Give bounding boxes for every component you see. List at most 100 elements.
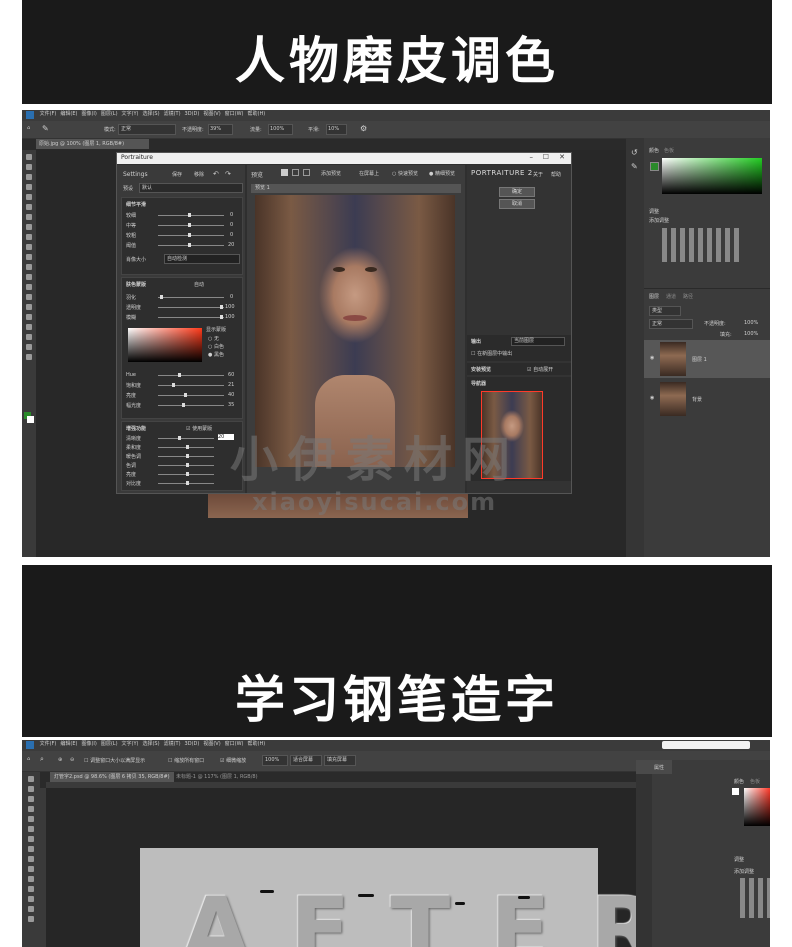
document-tab-active[interactable]: 灯管字2.psd @ 98.6% (图层 6 拷贝 35, RGB/8#) <box>50 772 174 782</box>
mask-option-none[interactable]: ○ 无 <box>208 335 219 342</box>
blur-tool-icon[interactable] <box>28 906 34 912</box>
hsb-row-value[interactable]: 40 <box>228 392 234 398</box>
brush-tool-icon[interactable] <box>28 856 34 862</box>
resize-windows-checkbox[interactable]: ☐ 调整窗口大小以满屏显示 <box>84 757 145 764</box>
menu-item-view[interactable]: 视图(V) <box>203 740 220 747</box>
menu-item-type[interactable]: 文字(Y) <box>122 740 139 747</box>
layers-tab[interactable]: 图层 <box>649 293 659 300</box>
gradient-tool-icon[interactable] <box>26 274 32 280</box>
menu-item-layer[interactable]: 图层(L) <box>101 110 118 117</box>
eraser-tool-icon[interactable] <box>28 886 34 892</box>
dodge-tool-icon[interactable] <box>26 294 32 300</box>
paths-tab[interactable]: 路径 <box>683 293 693 300</box>
hsb-row-value[interactable]: 60 <box>228 372 234 378</box>
undo-icon[interactable]: ↶ <box>213 170 219 178</box>
skin-slider[interactable] <box>158 295 224 299</box>
color-panel-tab-swatches[interactable]: 色板 <box>664 147 674 154</box>
menu-item-help[interactable]: 帮助(H) <box>248 110 266 117</box>
menu-item-file[interactable]: 文件(F) <box>40 740 57 747</box>
detail-row-value[interactable]: 0 <box>230 212 233 218</box>
detail-row-value[interactable]: 0 <box>230 232 233 238</box>
layer-row-selected[interactable]: ◉ 图层 1 <box>644 340 770 378</box>
zoom-tool-icon[interactable]: ⌕ <box>40 755 44 764</box>
enhance-slider[interactable] <box>158 445 214 449</box>
hsb-row-value[interactable]: 35 <box>228 402 234 408</box>
pen-tool-icon[interactable] <box>26 304 32 310</box>
dodge-tool-icon[interactable] <box>28 916 34 922</box>
menu-item-filter[interactable]: 滤镜(T) <box>164 740 181 747</box>
adjustments-tab[interactable]: 调整 <box>649 208 659 215</box>
scrubby-zoom-checkbox[interactable]: ☑ 细微缩放 <box>220 757 246 764</box>
skin-mode-select[interactable]: 自动 <box>194 281 204 288</box>
hsb-slider[interactable] <box>158 373 224 377</box>
color-panel-tab-swatches[interactable]: 色板 <box>750 778 760 785</box>
menu-item-edit[interactable]: 编辑(E) <box>60 110 77 117</box>
help-button[interactable]: 帮助 <box>551 171 561 178</box>
hand-tool-icon[interactable] <box>26 344 32 350</box>
hsb-slider[interactable] <box>158 393 224 397</box>
fg-color-chip[interactable] <box>732 788 739 795</box>
stamp-tool-icon[interactable] <box>28 866 34 872</box>
layer-opacity-value[interactable]: 100% <box>744 320 758 326</box>
minimize-icon[interactable]: – <box>530 153 534 161</box>
enhance-slider[interactable] <box>158 481 214 485</box>
path-select-icon[interactable] <box>26 324 32 330</box>
enhance-slider[interactable] <box>158 454 214 458</box>
quick-preview-radio[interactable]: ○ 快速预览 <box>392 170 418 177</box>
split-view-icon[interactable] <box>292 169 299 176</box>
enhance-slider[interactable] <box>158 472 214 476</box>
skin-color-picker[interactable] <box>128 328 202 362</box>
healing-tool-icon[interactable] <box>26 224 32 230</box>
fit-screen-button[interactable]: 适合屏幕 <box>290 755 322 766</box>
redo-icon[interactable]: ↷ <box>225 170 231 178</box>
before-after-button[interactable]: 在屏幕上 <box>359 170 379 177</box>
color-picker-field[interactable] <box>662 158 762 194</box>
menu-item-window[interactable]: 窗口(W) <box>225 740 244 747</box>
move-tool-icon[interactable] <box>26 154 32 160</box>
menu-item-type[interactable]: 文字(Y) <box>122 110 139 117</box>
auto-open-checkbox[interactable]: ☑ 自动展开 <box>527 366 553 373</box>
side-by-side-icon[interactable] <box>303 169 310 176</box>
menu-item-image[interactable]: 图像(I) <box>81 740 96 747</box>
detail-row-value[interactable]: 20 <box>228 242 234 248</box>
flow-input[interactable]: 100% <box>268 124 293 135</box>
color-picker-field[interactable] <box>744 788 770 826</box>
skin-row-value[interactable]: 100 <box>225 304 235 310</box>
fill-screen-button[interactable]: 填充屏幕 <box>324 755 356 766</box>
hsb-row-value[interactable]: 21 <box>228 382 234 388</box>
cancel-button[interactable]: 取消 <box>499 199 535 209</box>
frame-tool-icon[interactable] <box>28 826 34 832</box>
layer-kind-filter[interactable]: 类型 <box>649 306 681 316</box>
menu-item-layer[interactable]: 图层(L) <box>101 740 118 747</box>
use-mask-checkbox[interactable]: ☑ 使用蒙版 <box>186 425 212 432</box>
menu-item-filter[interactable]: 滤镜(T) <box>164 110 181 117</box>
eraser-tool-icon[interactable] <box>26 264 32 270</box>
ok-button[interactable]: 确定 <box>499 187 535 197</box>
opacity-input[interactable]: 39% <box>208 124 233 135</box>
zoom-out-icon[interactable]: ⊖ <box>70 757 74 763</box>
properties-panel-tab[interactable]: 属性 <box>636 760 672 774</box>
output-new-layer-checkbox[interactable]: ☐ 在新图层中输出 <box>471 350 512 357</box>
type-tool-icon[interactable] <box>26 314 32 320</box>
preview-tab[interactable]: 预览 1 <box>255 185 270 191</box>
eye-icon[interactable]: ◉ <box>650 395 654 401</box>
layer-row[interactable]: ◉ 背景 <box>644 380 770 418</box>
mask-option-black[interactable]: ● 黑色 <box>208 351 224 358</box>
home-icon[interactable]: ⌂ <box>27 756 30 762</box>
preset-select[interactable]: 默认 <box>139 183 243 193</box>
skin-slider[interactable] <box>158 305 224 309</box>
maximize-icon[interactable]: ☐ <box>543 153 549 161</box>
crop-tool-icon[interactable] <box>28 816 34 822</box>
stamp-tool-icon[interactable] <box>26 244 32 250</box>
lasso-tool-icon[interactable] <box>26 174 32 180</box>
eyedropper-tool-icon[interactable] <box>28 836 34 842</box>
mask-option-white[interactable]: ○ 白色 <box>208 343 224 350</box>
move-tool-icon[interactable] <box>28 776 34 782</box>
gradient-tool-icon[interactable] <box>28 896 34 902</box>
marquee-tool-icon[interactable] <box>28 786 34 792</box>
frame-tool-icon[interactable] <box>26 204 32 210</box>
menu-item-window[interactable]: 窗口(W) <box>225 110 244 117</box>
brush-icon[interactable]: ✎ <box>42 124 49 133</box>
eye-icon[interactable]: ◉ <box>650 355 654 361</box>
healing-tool-icon[interactable] <box>28 846 34 852</box>
